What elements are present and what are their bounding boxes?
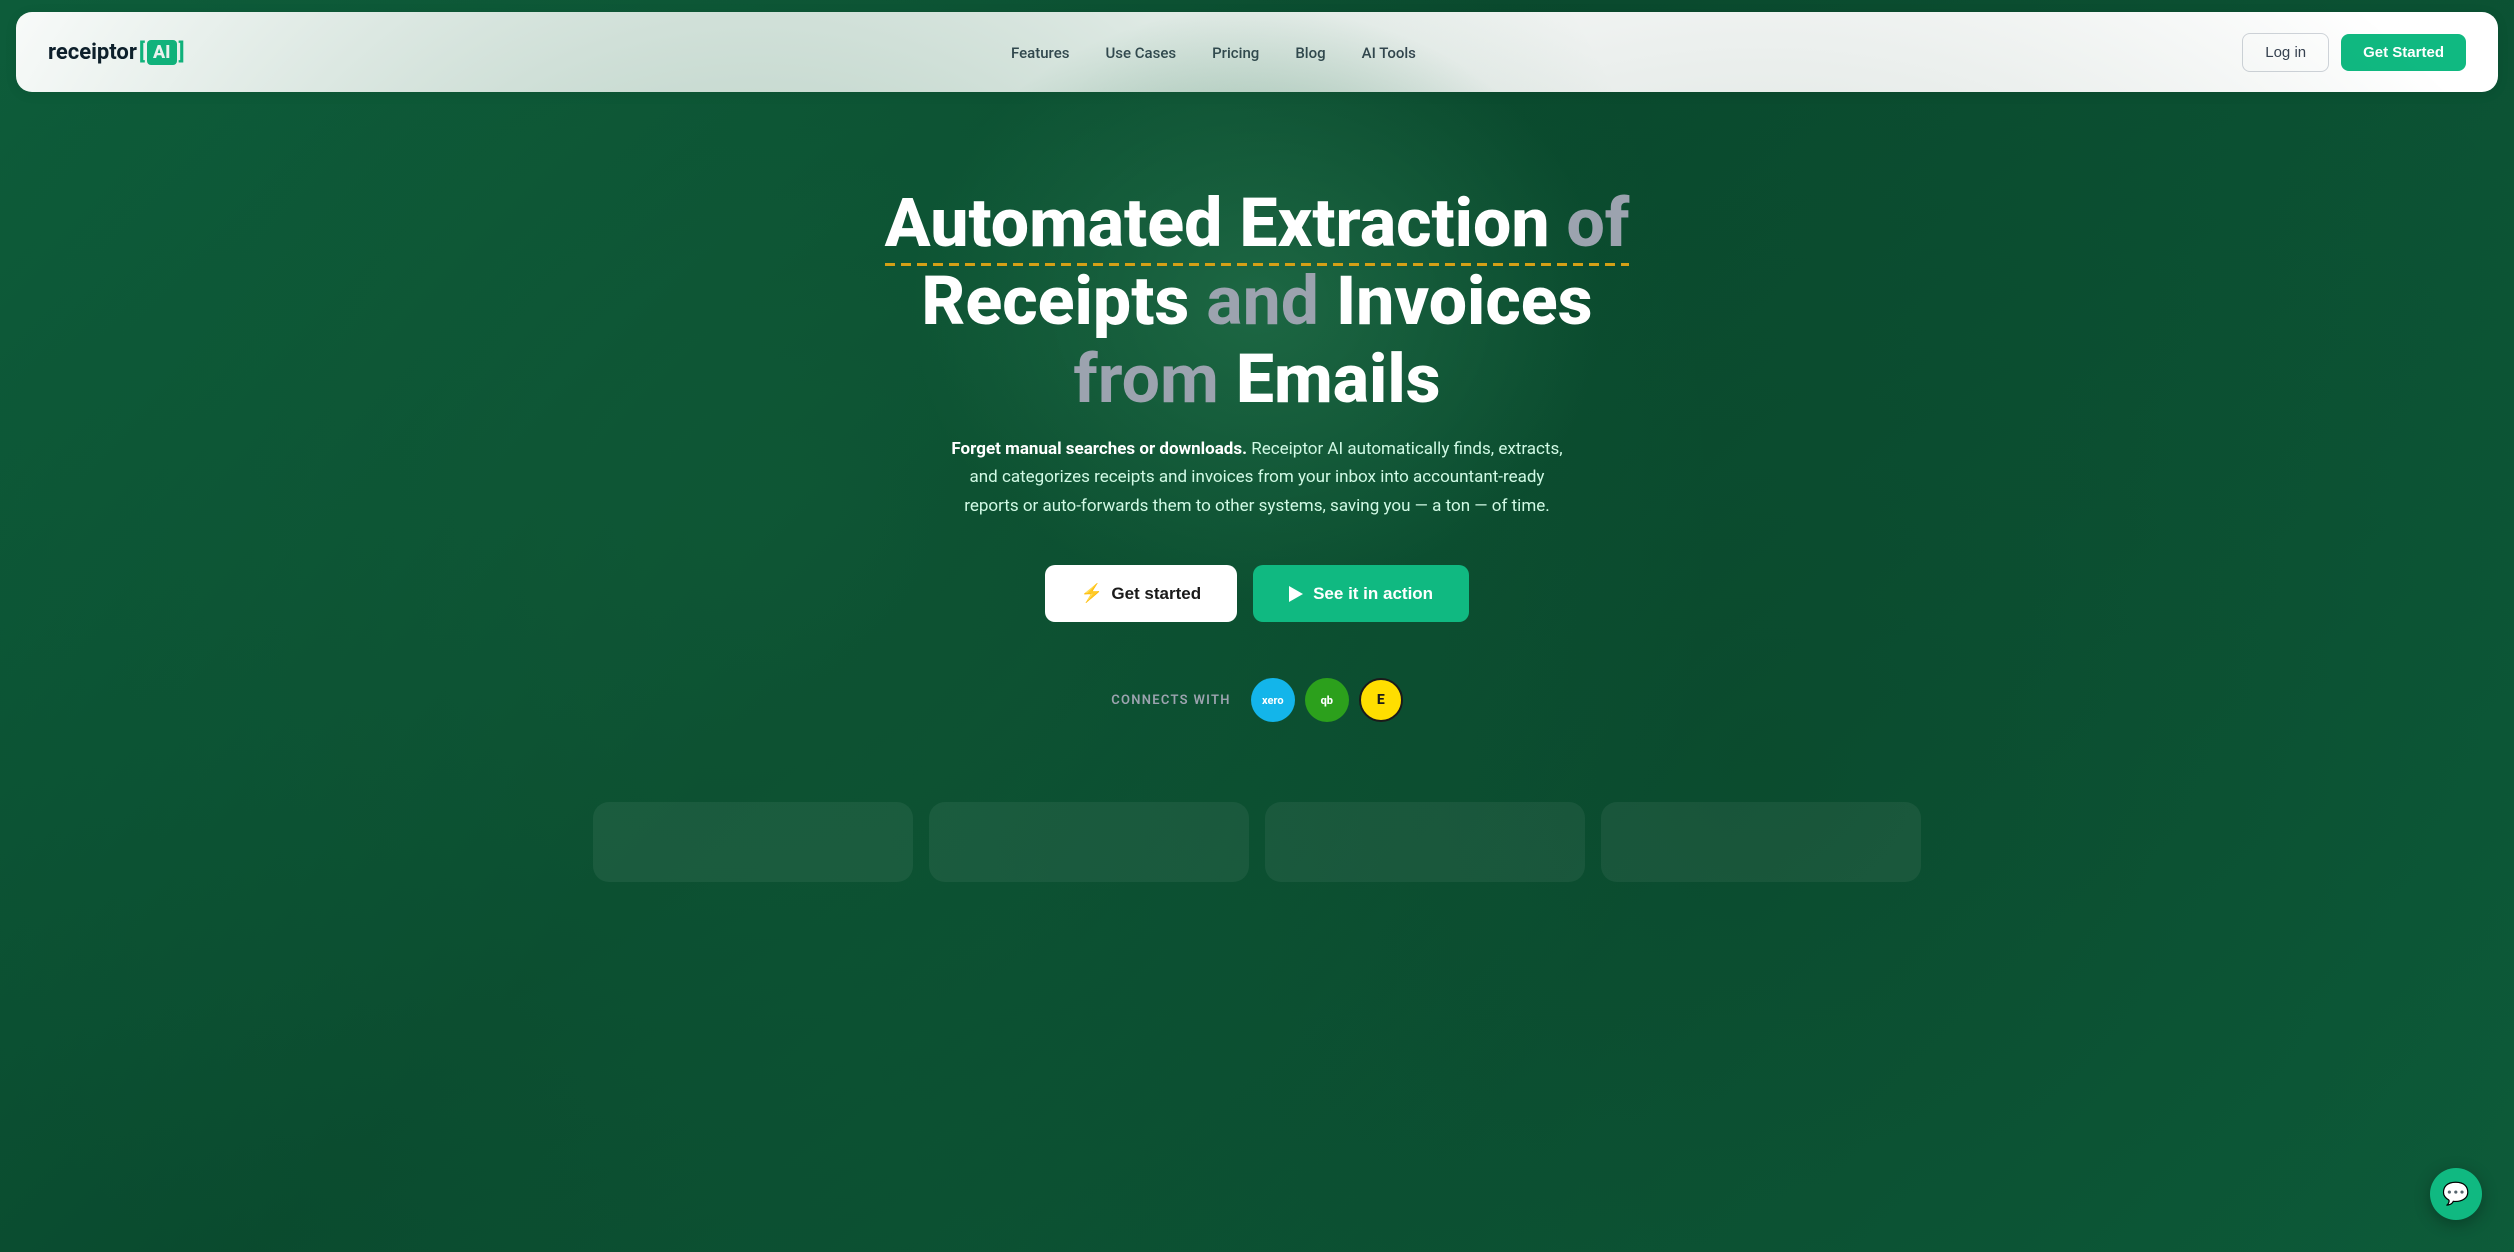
hero-title-and: and — [1206, 261, 1336, 341]
expensify-logo: E — [1359, 678, 1403, 722]
get-started-nav-button[interactable]: Get Started — [2341, 34, 2466, 71]
preview-card-4 — [1601, 802, 1921, 882]
lightning-icon: ⚡ — [1081, 583, 1103, 604]
nav-links: Features Use Cases Pricing Blog AI Tools — [1011, 43, 1416, 62]
bottom-preview — [0, 802, 2514, 882]
hero-title-invoices: Invoices — [1336, 261, 1593, 341]
navbar: receiptor [ AI ] Features Use Cases Pric… — [16, 12, 2498, 92]
nav-link-use-cases[interactable]: Use Cases — [1105, 44, 1176, 62]
chat-bubble[interactable]: 💬 — [2430, 1168, 2482, 1220]
hero-see-action-button[interactable]: See it in action — [1253, 565, 1469, 622]
login-button[interactable]: Log in — [2242, 33, 2329, 72]
xero-logo: xero — [1251, 678, 1295, 722]
quickbooks-logo: qb — [1305, 678, 1349, 722]
hero-see-action-label: See it in action — [1313, 584, 1433, 604]
logo-ai-badge: AI — [147, 40, 177, 65]
hero-title-line1: Automated Extraction of — [885, 184, 1630, 262]
hero-title-from: from — [1073, 339, 1235, 419]
nav-item-ai-tools[interactable]: AI Tools — [1362, 43, 1416, 62]
connects-section: CONNECTS WITH xero qb E — [1111, 678, 1403, 722]
chat-icon: 💬 — [2442, 1182, 2469, 1207]
nav-item-blog[interactable]: Blog — [1295, 43, 1325, 62]
nav-wrapper: receiptor [ AI ] Features Use Cases Pric… — [0, 0, 2514, 104]
hero-subtitle: Forget manual searches or downloads. Rec… — [947, 435, 1567, 522]
hero-section: Automated Extraction of Receipts and Inv… — [0, 104, 2514, 782]
hero-subtitle-bold: Forget manual searches or downloads. — [951, 439, 1247, 459]
hero-title: Automated Extraction of Receipts and Inv… — [885, 184, 1630, 419]
qb-text: qb — [1321, 694, 1333, 707]
nav-actions: Log in Get Started — [2242, 33, 2466, 72]
nav-item-use-cases[interactable]: Use Cases — [1105, 43, 1176, 62]
logo-text-main: receiptor — [48, 40, 137, 65]
nav-link-pricing[interactable]: Pricing — [1212, 44, 1259, 62]
logo-bracket-open: [ — [139, 40, 145, 65]
expensify-text: E — [1377, 692, 1385, 708]
hero-title-of: of — [1567, 183, 1630, 263]
preview-card-1 — [593, 802, 913, 882]
hero-get-started-label: Get started — [1111, 584, 1201, 604]
logo-link[interactable]: receiptor [ AI ] — [48, 40, 185, 65]
nav-link-ai-tools[interactable]: AI Tools — [1362, 44, 1416, 62]
nav-item-pricing[interactable]: Pricing — [1212, 43, 1259, 62]
connects-label: CONNECTS WITH — [1111, 693, 1231, 708]
hero-title-emails: Emails — [1236, 339, 1441, 419]
hero-title-receipts: Receipts — [921, 261, 1206, 341]
xero-text: xero — [1262, 694, 1284, 707]
hero-buttons: ⚡ Get started See it in action — [1045, 565, 1469, 622]
hero-get-started-button[interactable]: ⚡ Get started — [1045, 565, 1237, 622]
preview-card-3 — [1265, 802, 1585, 882]
nav-item-features[interactable]: Features — [1011, 43, 1069, 62]
play-icon — [1289, 586, 1303, 602]
nav-link-blog[interactable]: Blog — [1295, 44, 1325, 62]
hero-title-extraction: Automated Extraction — [885, 183, 1567, 263]
nav-link-features[interactable]: Features — [1011, 44, 1069, 62]
preview-card-2 — [929, 802, 1249, 882]
connects-logos: xero qb E — [1251, 678, 1403, 722]
logo-bracket-close: ] — [179, 40, 185, 65]
